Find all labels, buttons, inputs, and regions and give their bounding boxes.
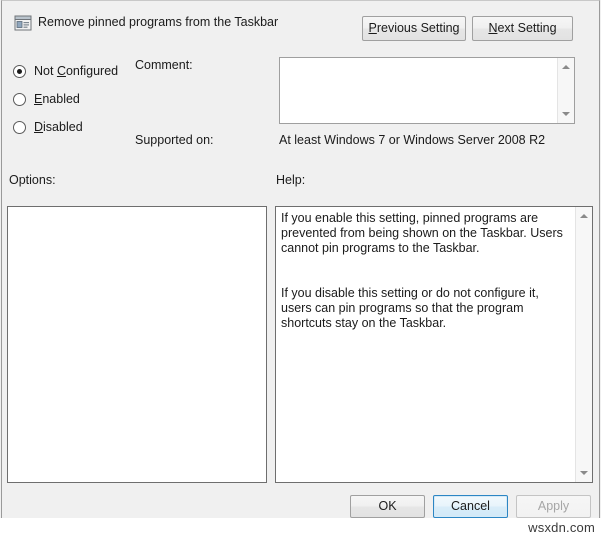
help-scroll-down-icon[interactable]	[576, 465, 592, 481]
radio-disabled[interactable]: Disabled	[13, 120, 83, 134]
dialog-frame: Remove pinned programs from the Taskbar …	[1, 0, 600, 518]
radio-not-configured-label: Not Configured	[34, 64, 119, 78]
radio-disabled-label: Disabled	[34, 120, 83, 134]
apply-button: Apply	[516, 495, 591, 518]
help-scroll-up-icon[interactable]	[576, 208, 592, 224]
previous-setting-accel: P	[368, 21, 377, 36]
page-title: Remove pinned programs from the Taskbar	[38, 15, 279, 29]
comment-scroll-up-icon[interactable]	[558, 59, 574, 75]
next-setting-button[interactable]: Next Setting	[472, 16, 573, 41]
help-scrollbar[interactable]	[575, 207, 592, 482]
radio-not-configured-mark	[13, 64, 26, 78]
comment-input[interactable]	[279, 57, 575, 124]
previous-setting-label: revious Setting	[376, 21, 460, 36]
radio-disabled-mark	[13, 120, 26, 134]
help-panel: If you enable this setting, pinned progr…	[275, 206, 593, 483]
ok-button[interactable]: OK	[350, 495, 425, 518]
comment-label: Comment:	[135, 58, 193, 72]
supported-on-value: At least Windows 7 or Windows Server 200…	[279, 133, 546, 147]
dialog-bottom-strip	[0, 518, 601, 540]
radio-enabled-mark	[13, 92, 26, 106]
help-text: If you enable this setting, pinned progr…	[281, 211, 563, 330]
options-panel[interactable]	[7, 206, 267, 483]
group-policy-setting-dialog: Remove pinned programs from the Taskbar …	[0, 0, 601, 540]
help-label: Help:	[276, 173, 306, 187]
options-label: Options:	[9, 173, 56, 187]
radio-not-configured[interactable]: Not Configured	[13, 64, 118, 78]
previous-setting-button[interactable]: Previous Setting	[362, 16, 466, 41]
policy-setting-icon	[14, 14, 32, 32]
comment-scroll-down-icon[interactable]	[558, 106, 574, 122]
watermark: wsxdn.com	[528, 520, 595, 535]
radio-enabled-label: Enabled	[34, 92, 80, 106]
supported-on-label: Supported on:	[135, 133, 214, 147]
comment-scrollbar[interactable]	[557, 58, 574, 123]
cancel-button[interactable]: Cancel	[433, 495, 508, 518]
radio-enabled[interactable]: Enabled	[13, 92, 80, 106]
next-setting-label: ext Setting	[497, 21, 557, 36]
